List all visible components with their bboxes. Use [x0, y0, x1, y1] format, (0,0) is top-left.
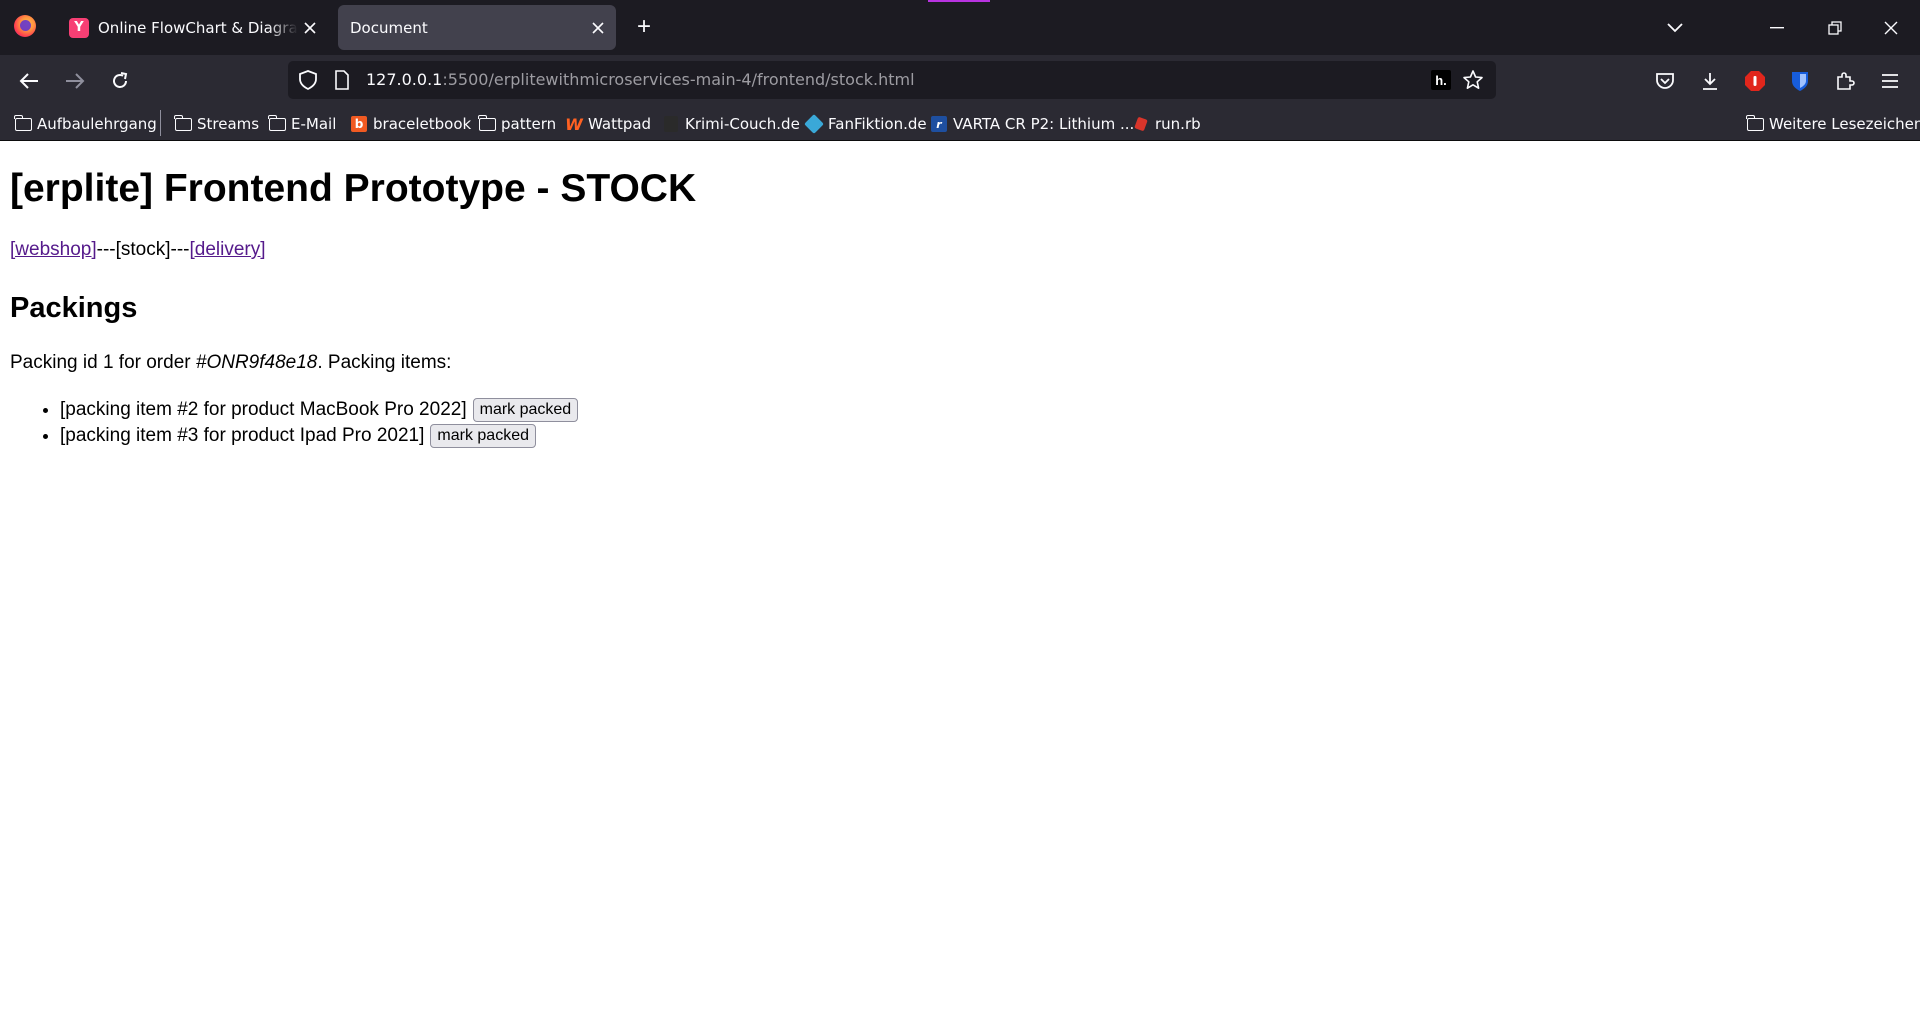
bookmark-wattpad[interactable]: W Wattpad: [565, 113, 651, 135]
bookmark-label: braceletbook: [373, 115, 472, 133]
url-text[interactable]: 127.0.0.1:5500/erplitewithmicroservices-…: [366, 70, 915, 89]
section-title: Packings: [10, 292, 138, 324]
url-bar[interactable]: 127.0.0.1:5500/erplitewithmicroservices-…: [288, 61, 1496, 99]
fanfiktion-icon: [804, 114, 824, 134]
packing-items-list: [packing item #2 for product MacBook Pro…: [60, 397, 1910, 449]
webshop-link[interactable]: [webshop]: [10, 239, 97, 260]
hypothesis-icon[interactable]: h.: [1431, 70, 1451, 90]
bookmark-label: Weitere Lesezeichen: [1769, 115, 1920, 133]
close-icon[interactable]: [586, 16, 610, 40]
close-icon[interactable]: [298, 16, 322, 40]
menu-icon[interactable]: [1875, 66, 1905, 96]
krimi-couch-icon: [662, 116, 680, 132]
bookmark-label: Streams: [197, 115, 260, 133]
bookmark-folder-streams[interactable]: Streams: [173, 113, 260, 135]
current-page-label: [stock]: [115, 239, 171, 260]
folder-icon: [477, 114, 496, 132]
restore-button[interactable]: [1821, 14, 1849, 42]
bookmark-krimi-couch[interactable]: Krimi-Couch.de: [662, 113, 800, 135]
pocket-icon[interactable]: [1650, 66, 1680, 96]
folder-icon: [173, 114, 192, 132]
bookmark-star-icon[interactable]: [1462, 69, 1484, 96]
bookmark-label: Aufbaulehrgang: [37, 115, 157, 133]
bookmark-run-rb[interactable]: run.rb: [1132, 113, 1201, 135]
folder-icon: [1745, 114, 1764, 132]
bookmark-label: E-Mail: [291, 115, 337, 133]
mark-packed-button[interactable]: mark packed: [472, 398, 579, 422]
packing-item-text: [packing item #2 for product MacBook Pro…: [60, 399, 467, 420]
folder-icon: [267, 114, 286, 132]
mark-packed-button[interactable]: mark packed: [430, 424, 536, 448]
wattpad-icon: W: [565, 114, 583, 134]
downloads-icon[interactable]: [1695, 66, 1725, 96]
tab-title: Document: [350, 18, 428, 37]
close-window-button[interactable]: [1877, 14, 1905, 42]
bookmark-label: pattern: [501, 115, 557, 133]
navigation-toolbar: 127.0.0.1:5500/erplitewithmicroservices-…: [0, 55, 1920, 105]
adblock-icon[interactable]: [1740, 66, 1770, 96]
bookmarks-toolbar: Aufbaulehrgang Streams E-Mail b bracelet…: [0, 105, 1920, 141]
nav-separator: ---: [170, 239, 190, 260]
varta-icon: r: [930, 116, 948, 132]
firefox-icon[interactable]: [14, 15, 36, 37]
bookmark-label: Wattpad: [588, 115, 652, 133]
bookmark-folder-other[interactable]: Weitere Lesezeichen: [1745, 113, 1920, 135]
page-content: [erplite] Frontend Prototype - STOCK [we…: [0, 141, 1920, 1030]
back-button[interactable]: [14, 66, 44, 96]
list-item: [packing item #2 for product MacBook Pro…: [60, 397, 1910, 423]
list-item: [packing item #3 for product Ipad Pro 20…: [60, 423, 1910, 449]
delivery-link[interactable]: [delivery]: [190, 239, 266, 260]
ruby-icon: [1132, 116, 1150, 132]
bookmark-fanfiktion[interactable]: FanFiktion.de: [804, 113, 927, 135]
bookmarks-separator: [160, 110, 161, 136]
new-tab-button[interactable]: +: [630, 14, 658, 42]
tab-title: Online FlowChart & Diagrams Editor - Mer…: [98, 18, 298, 37]
page-icon[interactable]: [334, 70, 350, 95]
bookmark-varta[interactable]: r VARTA CR P2: Lithium ...: [930, 113, 1134, 135]
mermaid-icon: Y: [69, 17, 89, 38]
order-number: #ONR9f48e18: [195, 352, 318, 373]
shield-icon[interactable]: [298, 70, 318, 95]
bookmark-label: Krimi-Couch.de: [685, 115, 800, 133]
bookmark-braceletbook[interactable]: b braceletbook: [350, 113, 471, 135]
page-title: [erplite] Frontend Prototype - STOCK: [10, 167, 697, 210]
list-tabs-button[interactable]: [1661, 14, 1689, 42]
folder-icon: [13, 114, 32, 132]
extensions-icon[interactable]: [1830, 66, 1860, 96]
nav-separator: ---: [96, 239, 116, 260]
packing-description: Packing id 1 for order #ONR9f48e18. Pack…: [10, 352, 452, 373]
minimize-button[interactable]: [1763, 14, 1791, 42]
tab-document[interactable]: Document: [338, 5, 616, 50]
bookmark-label: VARTA CR P2: Lithium ...: [953, 115, 1135, 133]
bookmark-folder-aufbaulehrgang[interactable]: Aufbaulehrgang: [13, 113, 157, 135]
page-nav: [webshop]---[stock]---[delivery]: [10, 238, 1910, 262]
bookmark-folder-pattern[interactable]: pattern: [477, 113, 557, 135]
tab-bar-accent: [928, 0, 990, 2]
forward-button[interactable]: [60, 66, 90, 96]
bookmark-label: run.rb: [1155, 115, 1201, 133]
bookmark-label: FanFiktion.de: [828, 115, 927, 133]
bookmark-folder-email[interactable]: E-Mail: [267, 113, 337, 135]
tab-bar: Y Online FlowChart & Diagrams Editor - M…: [0, 0, 1920, 55]
bitwarden-icon[interactable]: [1785, 66, 1815, 96]
tab-mermaid[interactable]: Y Online FlowChart & Diagrams Editor - M…: [60, 5, 328, 50]
packing-item-text: [packing item #3 for product Ipad Pro 20…: [60, 425, 425, 446]
reload-button[interactable]: [105, 66, 135, 96]
braceletbook-icon: b: [350, 116, 368, 132]
